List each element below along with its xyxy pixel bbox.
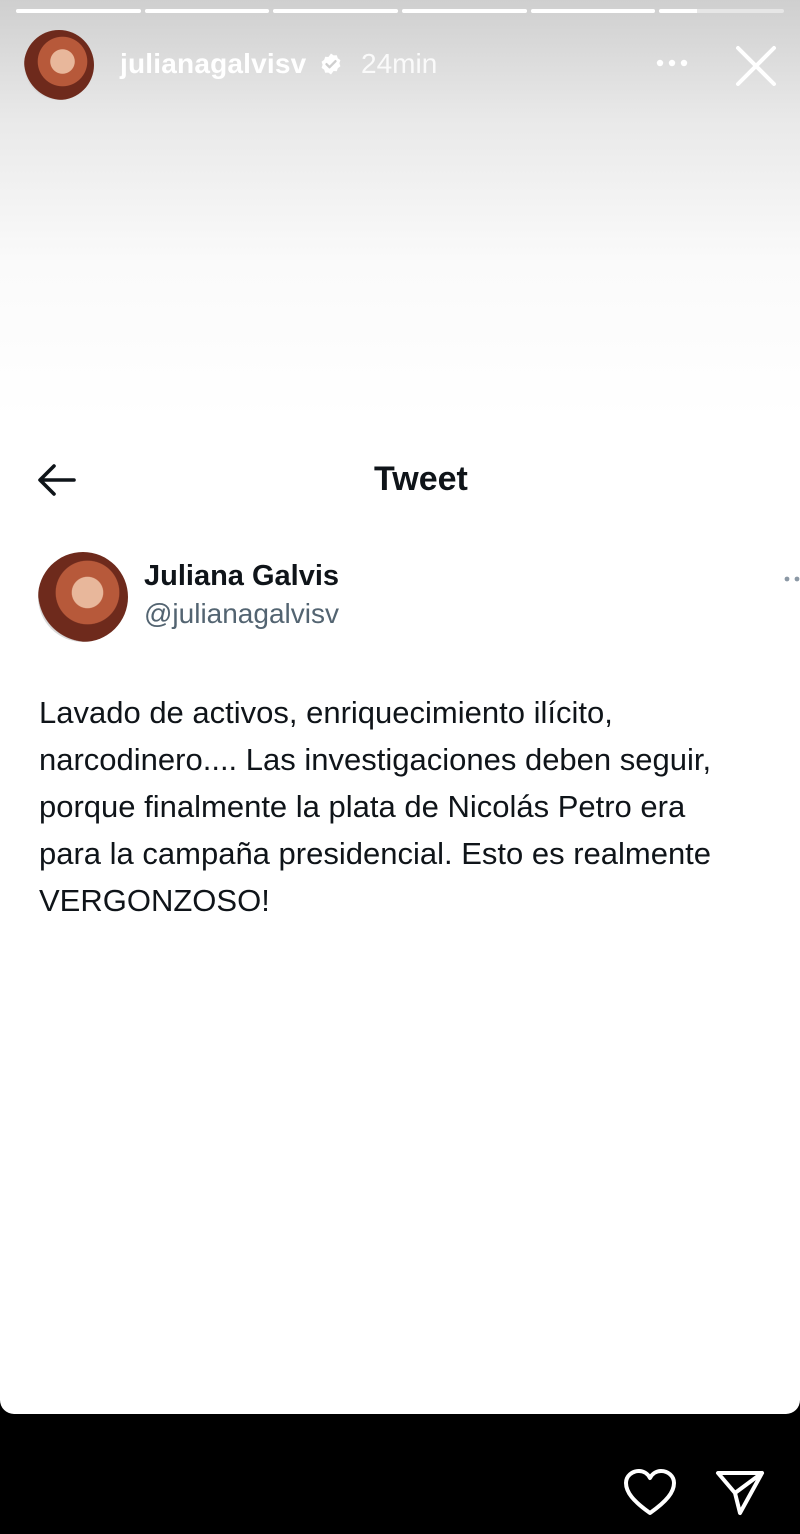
story-progress-fill: [659, 9, 697, 13]
more-horizontal-icon[interactable]: [652, 48, 692, 78]
story-avatar[interactable]: [24, 30, 94, 100]
story-username[interactable]: julianagalvisv: [120, 48, 306, 80]
story-progress-fill: [273, 9, 399, 13]
heart-icon[interactable]: [623, 1468, 677, 1518]
story-header: julianagalvisv 24min: [24, 30, 784, 100]
story-progress-segment: [402, 9, 527, 13]
story-timestamp: 24min: [361, 48, 438, 79]
back-arrow-icon: [38, 464, 76, 496]
story-content[interactable]: julianagalvisv 24min Tweet Juliana Galvi…: [0, 0, 800, 1414]
story-progress-fill: [16, 9, 141, 13]
verified-badge-icon: [321, 53, 341, 75]
story-progress-segment: [530, 9, 656, 13]
close-icon[interactable]: [734, 44, 778, 88]
story-progress-segment: [273, 9, 399, 13]
tweet-body-text: Lavado de activos, enriquecimiento ilíci…: [39, 695, 712, 918]
tweet-author-handle: @julianagalvisv: [144, 598, 339, 629]
more-horizontal-icon: [784, 576, 800, 582]
tweet-topbar: Tweet: [12, 432, 800, 528]
story-progress-segment: [16, 9, 141, 13]
story-bottom-bar: [0, 1414, 800, 1534]
story-progress-bar: [16, 9, 785, 13]
tweet-author-avatar: [38, 552, 128, 642]
story-progress-fill: [402, 9, 527, 13]
story-progress-fill: [530, 9, 656, 13]
story-viewer: julianagalvisv 24min Tweet Juliana Galvi…: [0, 0, 800, 1534]
tweet-page-title: Tweet: [374, 460, 468, 498]
story-progress-segment: [659, 9, 785, 13]
story-progress-segment: [144, 9, 270, 13]
tweet-author-name: Juliana Galvis: [144, 560, 340, 592]
story-progress-fill: [144, 9, 270, 13]
tweet-screenshot: Tweet Juliana Galvis @julianagalvisv Lav…: [12, 432, 800, 972]
send-icon[interactable]: [714, 1469, 766, 1517]
